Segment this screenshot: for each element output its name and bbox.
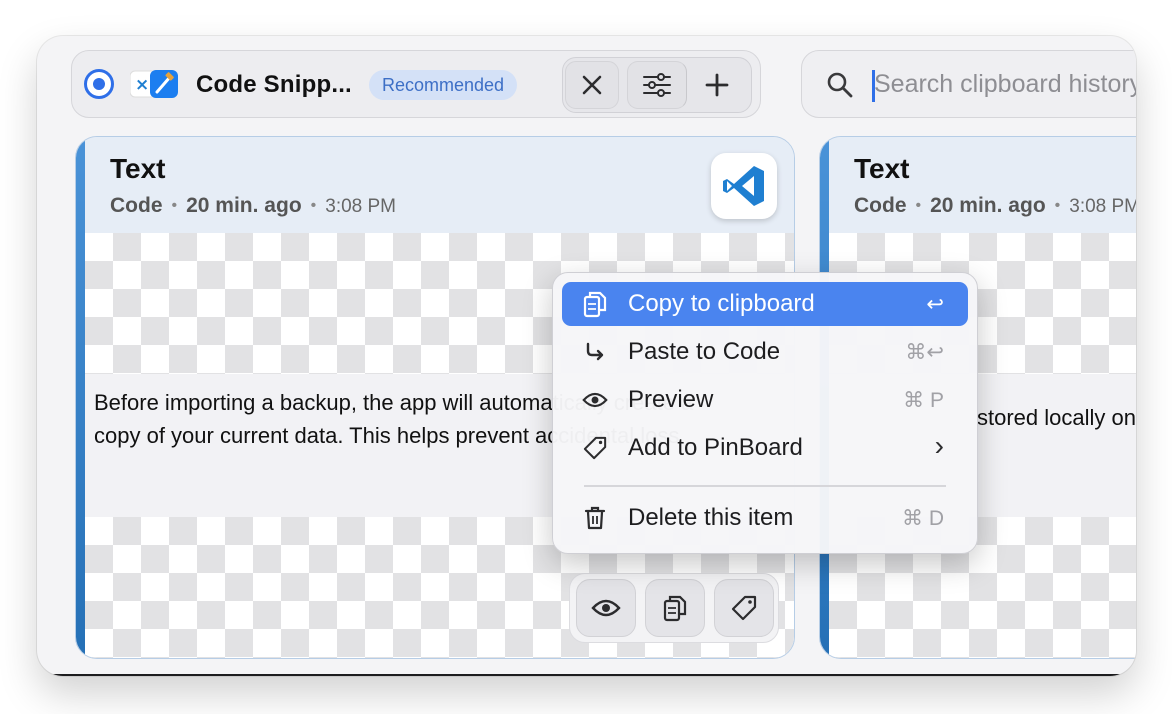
menu-item-add-to-pinboard[interactable]: Add to PinBoard ›	[562, 426, 968, 470]
copy-icon	[582, 291, 608, 318]
card-type: Text	[110, 153, 166, 184]
trash-icon	[582, 505, 608, 531]
card-app: Code	[110, 194, 163, 217]
context-menu: Copy to clipboard ↩ Paste to Code ⌘↩ Pre…	[552, 272, 978, 554]
card-app: Code	[854, 194, 907, 217]
card-header: Text Code • 20 min. ago • 3:08 PM	[85, 137, 794, 233]
tag-icon	[582, 435, 608, 461]
menu-item-paste-to-code[interactable]: Paste to Code ⌘↩	[562, 330, 968, 374]
plus-icon	[705, 73, 729, 97]
window-bottom-edge	[37, 674, 1136, 676]
card-text: stored locally on your Mac. clipboard hi…	[977, 405, 1136, 430]
add-button[interactable]	[687, 61, 747, 109]
card-time: 3:08 PM	[1069, 196, 1136, 217]
cmd-return-shortcut: ⌘↩	[905, 341, 944, 364]
copy-icon	[663, 595, 687, 622]
search-field[interactable]: Search clipboard history	[801, 50, 1136, 118]
vscode-icon	[723, 166, 764, 206]
cmd-p-shortcut: ⌘ P	[903, 389, 944, 412]
svg-text:×: ×	[135, 75, 149, 95]
card-age: 20 min. ago	[930, 194, 1046, 217]
chevron-right-icon: ›	[934, 430, 944, 461]
filter-title: Code Snipp...	[196, 71, 352, 98]
card-age: 20 min. ago	[186, 194, 302, 217]
search-input[interactable]: Search clipboard history	[874, 70, 1136, 99]
clear-filter-button[interactable]	[565, 61, 619, 109]
filter-settings-button[interactable]	[627, 61, 687, 109]
vscode-app-icon	[711, 153, 777, 219]
pin-button[interactable]	[714, 579, 774, 637]
card-meta: Code • 20 min. ago • 3:08 PM	[854, 194, 1136, 218]
filter-button-group	[562, 57, 752, 113]
menu-item-delete[interactable]: Delete this item ⌘ D	[562, 496, 968, 540]
tag-icon	[731, 595, 757, 621]
menu-item-label: Add to PinBoard	[628, 434, 803, 461]
menu-separator	[584, 485, 946, 487]
menu-item-label: Copy to clipboard	[628, 290, 815, 317]
menu-item-copy-to-clipboard[interactable]: Copy to clipboard ↩	[562, 282, 968, 326]
card-time: 3:08 PM	[325, 196, 397, 217]
pinboard-filter-bar[interactable]: × Code Snipp... Recommended	[71, 50, 761, 118]
eye-icon	[582, 387, 608, 413]
card-action-tray	[569, 573, 779, 643]
clipboard-window: × Code Snipp... Recommended Search clipb…	[37, 36, 1136, 676]
copy-button[interactable]	[645, 579, 705, 637]
close-icon	[582, 75, 602, 95]
card-header: Text Code • 20 min. ago • 3:08 PM	[829, 137, 1136, 233]
paste-arrow-icon	[582, 339, 608, 365]
card-accent-stripe	[76, 137, 85, 658]
text-caret	[872, 70, 875, 102]
recommended-badge: Recommended	[369, 70, 518, 100]
menu-item-preview[interactable]: Preview ⌘ P	[562, 378, 968, 422]
menu-item-label: Paste to Code	[628, 338, 781, 365]
sliders-icon	[643, 73, 671, 97]
card-type: Text	[854, 153, 910, 184]
eye-icon	[591, 599, 621, 617]
cmd-d-shortcut: ⌘ D	[902, 507, 944, 530]
return-shortcut: ↩	[926, 293, 944, 316]
menu-item-label: Preview	[628, 386, 714, 413]
search-icon	[827, 72, 853, 98]
radio-selected-icon[interactable]	[84, 69, 114, 99]
preview-button[interactable]	[576, 579, 636, 637]
menu-item-label: Delete this item	[628, 504, 794, 531]
app-icons: ×	[130, 70, 178, 98]
card-meta: Code • 20 min. ago • 3:08 PM	[110, 194, 397, 217]
